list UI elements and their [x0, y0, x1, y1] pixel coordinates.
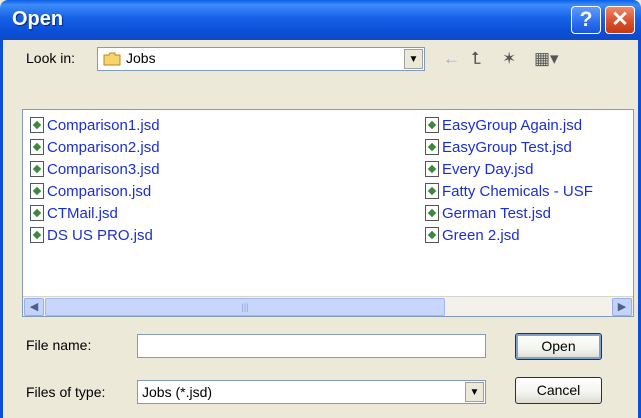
jsd-file-icon — [30, 117, 44, 133]
scroll-right-icon[interactable]: ▶ — [612, 298, 632, 316]
jsd-file-icon — [425, 227, 439, 243]
list-item[interactable]: Comparison.jsd — [30, 181, 414, 203]
jsd-file-icon — [425, 161, 439, 177]
lookin-dropdown[interactable]: Jobs ▼ — [97, 47, 425, 71]
title-bar: Open ? ✕ — [0, 0, 641, 40]
list-item[interactable]: Comparison3.jsd — [30, 159, 414, 181]
filetype-dropdown[interactable]: Jobs (*.jsd) ▼ — [137, 380, 486, 404]
jsd-file-icon — [425, 139, 439, 155]
file-name: Fatty Chemicals - USF — [442, 183, 593, 200]
list-item[interactable]: EasyGroup Again.jsd — [425, 115, 630, 137]
jsd-file-icon — [425, 183, 439, 199]
list-item[interactable]: Green 2.jsd — [425, 225, 630, 247]
list-item[interactable]: DS US PRO.jsd — [30, 225, 414, 247]
file-name: Green 2.jsd — [442, 227, 520, 244]
list-item[interactable]: Comparison2.jsd — [30, 137, 414, 159]
file-name: DS US PRO.jsd — [47, 227, 153, 244]
file-column: Comparison1.jsd Comparison2.jsd Comparis… — [30, 115, 414, 247]
list-item[interactable]: EasyGroup Test.jsd — [425, 137, 630, 159]
file-name: Every Day.jsd — [442, 161, 534, 178]
up-folder-icon[interactable]: ⮤ — [471, 49, 481, 69]
file-name: Comparison3.jsd — [47, 161, 160, 178]
close-button[interactable]: ✕ — [605, 6, 635, 34]
file-name: Comparison.jsd — [47, 183, 152, 200]
open-button[interactable]: Open — [515, 333, 602, 360]
jsd-file-icon — [30, 139, 44, 155]
filetype-label: Files of type: — [26, 384, 106, 400]
back-icon[interactable]: ← — [443, 49, 460, 69]
window-title: Open — [12, 8, 64, 30]
chevron-down-icon[interactable]: ▼ — [465, 382, 484, 402]
jsd-file-icon — [30, 205, 44, 221]
lookin-value: Jobs — [126, 50, 156, 66]
jsd-file-icon — [425, 205, 439, 221]
filename-field[interactable] — [137, 334, 486, 358]
jsd-file-icon — [30, 183, 44, 199]
cancel-button[interactable]: Cancel — [515, 377, 602, 404]
chevron-down-icon[interactable]: ▼ — [404, 49, 423, 69]
scroll-left-icon[interactable]: ◀ — [24, 298, 44, 316]
folder-icon — [103, 52, 121, 66]
list-item[interactable]: Every Day.jsd — [425, 159, 630, 181]
new-folder-icon[interactable]: ✶ — [502, 49, 516, 69]
file-name: CTMail.jsd — [47, 205, 118, 222]
views-icon[interactable]: ▦▾ — [534, 49, 559, 69]
filetype-value: Jobs (*.jsd) — [142, 384, 213, 400]
file-column: EasyGroup Again.jsd EasyGroup Test.jsd E… — [425, 115, 630, 247]
list-item[interactable]: German Test.jsd — [425, 203, 630, 225]
horizontal-scrollbar[interactable]: ◀ ||| ▶ — [23, 296, 633, 316]
jsd-file-icon — [30, 161, 44, 177]
file-list[interactable]: Comparison1.jsd Comparison2.jsd Comparis… — [22, 109, 634, 317]
help-button[interactable]: ? — [571, 6, 601, 34]
file-name: Comparison2.jsd — [47, 139, 160, 156]
list-item[interactable]: Comparison1.jsd — [30, 115, 414, 137]
file-name: German Test.jsd — [442, 205, 551, 222]
scroll-thumb[interactable]: ||| — [45, 298, 445, 316]
file-name: EasyGroup Test.jsd — [442, 139, 572, 156]
lookin-label: Look in: — [26, 50, 76, 66]
file-name: Comparison1.jsd — [47, 117, 160, 134]
list-item[interactable]: CTMail.jsd — [30, 203, 414, 225]
list-item[interactable]: Fatty Chemicals - USF — [425, 181, 630, 203]
jsd-file-icon — [425, 117, 439, 133]
file-name: EasyGroup Again.jsd — [442, 117, 583, 134]
filename-label: File name: — [26, 337, 92, 353]
jsd-file-icon — [30, 227, 44, 243]
